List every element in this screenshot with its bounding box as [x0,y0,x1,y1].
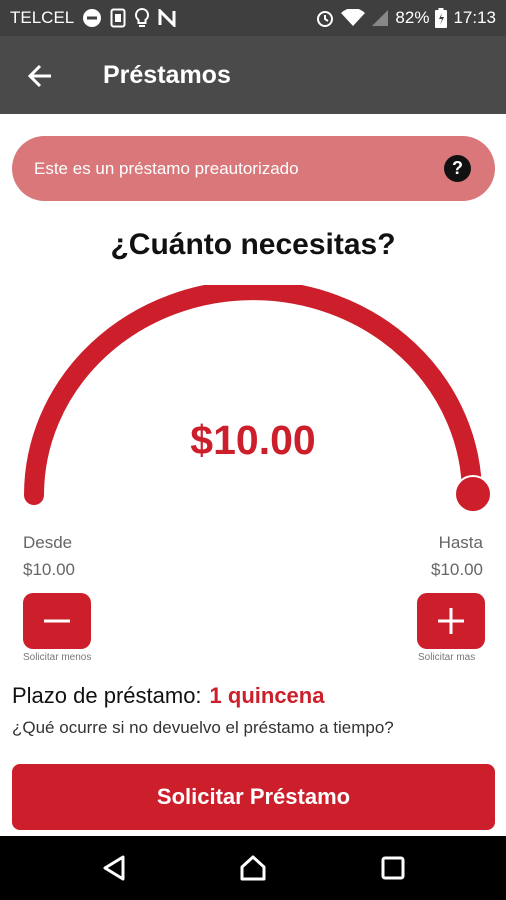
status-left: TELCEL [10,0,176,36]
app-bar: Préstamos [0,36,506,114]
preauthorized-banner: Este es un préstamo preautorizado ? [12,136,495,201]
gauge-handle[interactable] [454,475,492,513]
gauge-arc [24,285,482,505]
from-value: $10.00 [23,560,75,579]
nfc-icon [158,9,176,27]
alarm-icon [315,8,335,28]
lightbulb-icon [134,7,150,29]
square-recents-icon [381,856,405,880]
wifi-icon [341,9,366,27]
nav-home-button[interactable] [233,848,273,888]
do-not-disturb-icon [82,8,102,28]
plus-icon [438,608,464,634]
loan-term: Plazo de préstamo: 1 quincena [12,683,324,709]
late-payment-info-link[interactable]: ¿Qué ocurre si no devuelvo el préstamo a… [12,718,394,738]
increase-caption: Solicitar mas [418,652,476,663]
help-icon[interactable]: ? [444,155,471,182]
triangle-back-icon [103,855,125,881]
page-title: Préstamos [103,61,231,89]
decrease-caption: Solicitar menos [23,652,92,663]
battery-percent: 82% [395,8,430,27]
status-bar: TELCEL 82% 17:13 [0,0,506,36]
from-label: Desde [23,533,73,552]
back-button[interactable] [20,56,60,96]
amount-question: ¿Cuánto necesitas? [110,228,396,261]
loan-amount: $10.00 [190,417,316,463]
clock: 17:13 [453,8,496,27]
to-label: Hasta [438,533,483,552]
banner-text: Este es un préstamo preautorizado [34,159,299,178]
system-nav-bar [0,836,506,900]
term-label: Plazo de préstamo: [12,683,202,708]
carrier-label: TELCEL [10,8,75,27]
request-loan-button[interactable]: Solicitar Préstamo [12,764,495,830]
signal-icon [371,9,389,27]
sim-icon [110,8,126,28]
amount-gauge[interactable] [0,285,506,530]
decrease-amount-button[interactable] [23,593,91,649]
minus-icon [44,619,70,623]
home-icon [240,855,266,881]
arrow-left-icon [27,64,51,88]
battery-icon [435,8,448,28]
term-value[interactable]: 1 quincena [210,683,325,708]
nav-back-button[interactable] [94,848,134,888]
status-right: 82% 17:13 [315,0,496,36]
to-value: $10.00 [431,560,483,579]
increase-amount-button[interactable] [417,593,485,649]
nav-recents-button[interactable] [373,848,413,888]
